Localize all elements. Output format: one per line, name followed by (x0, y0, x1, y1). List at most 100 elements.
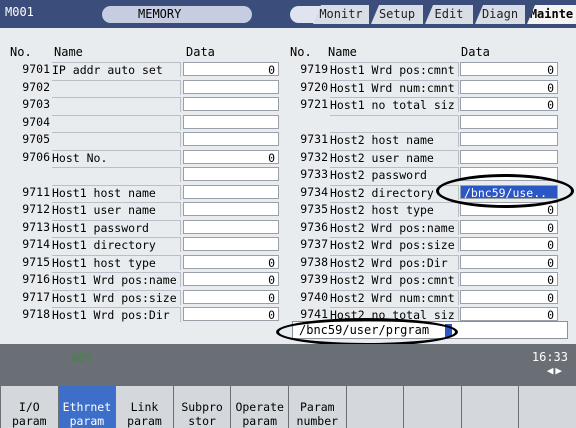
param-value-field[interactable] (460, 149, 558, 164)
param-value-field[interactable]: 0 (183, 307, 279, 322)
param-value-field[interactable] (183, 167, 279, 181)
softkey-bar: I/O param Ethrnet param Link param Subpro stor O… (0, 386, 576, 428)
tab-label: Mainte (529, 7, 574, 21)
param-value-field[interactable] (183, 237, 279, 251)
param-number: 9716 (22, 272, 50, 286)
param-value-field[interactable] (460, 114, 558, 129)
softkey-label-line2: stor (188, 414, 216, 428)
softkey-label-line1: Link (130, 400, 159, 414)
param-value-field[interactable]: 0 (460, 97, 558, 112)
param-name: IP addr auto set (52, 62, 181, 77)
clock: 16:33 (531, 350, 568, 364)
param-name: Host2 user name (330, 149, 459, 165)
param-name: Host1 Wrd pos:size (52, 289, 181, 305)
param-value-field[interactable]: 0 (460, 272, 558, 287)
param-name (330, 114, 459, 130)
param-name: Host2 Wrd pos:Dir (330, 254, 459, 270)
param-name: Host1 directory (52, 237, 181, 252)
param-number: 9737 (300, 237, 328, 251)
softkey-7[interactable] (345, 386, 404, 428)
param-value-field[interactable]: 0 (460, 307, 558, 322)
param-value-field[interactable]: 0 (460, 254, 558, 270)
right-col-header-name: Name (328, 45, 357, 59)
param-name (52, 79, 181, 95)
param-number: 9706 (22, 149, 50, 164)
param-value-field[interactable]: 0 (460, 237, 558, 252)
param-value-field[interactable]: 0 (183, 149, 279, 165)
top-status-bar: M001 MEMORY Monitr Setup Edit Diagn Main… (0, 0, 576, 28)
highlight-ellipse (436, 174, 574, 208)
param-number: 9739 (300, 272, 328, 286)
tab-edit[interactable]: Edit (425, 5, 473, 24)
softkey-5[interactable]: Operate param (230, 386, 288, 428)
param-name: Host No. (52, 149, 181, 165)
mode-label: MEMORY (138, 7, 182, 21)
param-value-field[interactable]: 0 (183, 272, 279, 287)
param-value-field[interactable] (183, 132, 279, 146)
param-name: Host1 Wrd pos:Dir (52, 307, 181, 322)
tab-diagn[interactable]: Diagn (475, 5, 525, 24)
param-number: 9703 (22, 97, 50, 111)
tab-setup[interactable]: Setup (371, 5, 423, 24)
tab-mainte[interactable]: Mainte (527, 5, 576, 24)
softkey-label-line2: param (69, 414, 105, 428)
param-number: 9740 (300, 289, 328, 304)
softkey-9[interactable] (460, 386, 519, 428)
param-number: 9714 (22, 237, 50, 251)
highlight-ellipse (276, 318, 458, 346)
tab-monitr[interactable]: Monitr (313, 5, 369, 24)
softkey-6[interactable]: Param number (288, 386, 346, 428)
param-name (52, 114, 181, 130)
param-number: 9735 (300, 202, 328, 216)
param-value-field[interactable]: 0 (460, 79, 558, 95)
softkey-8[interactable] (403, 386, 461, 428)
param-number: 9711 (22, 184, 50, 199)
softkey-2[interactable]: Ethrnet param (57, 386, 116, 428)
tab-label: Monitr (319, 7, 363, 21)
param-name: Host2 host name (330, 132, 459, 147)
softkey-4[interactable]: Subpro stor (172, 386, 231, 428)
ready-status: RDY (72, 352, 92, 365)
param-name: Host1 user name (52, 202, 181, 217)
param-name: Host2 Wrd pos:size (330, 237, 459, 252)
param-value-field[interactable] (183, 97, 279, 111)
param-value-field[interactable] (183, 79, 279, 94)
page-arrows-icon[interactable]: ◀▶ (547, 364, 564, 377)
param-value-field[interactable]: 0 (183, 289, 279, 305)
param-number: 9704 (22, 114, 50, 129)
param-number: 9715 (22, 254, 50, 269)
softkey-1[interactable]: I/O param (0, 386, 58, 428)
softkey-label-line2: number (296, 414, 339, 428)
param-value-field[interactable]: 0 (460, 289, 558, 305)
param-name: Host1 no total siz (330, 97, 459, 112)
left-col-header-name: Name (54, 45, 83, 59)
param-number: 9720 (300, 79, 328, 94)
softkey-label-line1: Subpro (181, 400, 223, 414)
param-number: 9732 (300, 149, 328, 164)
param-name: Host2 host type (330, 202, 459, 217)
param-name: Host2 Wrd num:cmnt (330, 289, 459, 305)
param-value-field[interactable]: 0 (460, 219, 558, 235)
softkey-label-line1: Param (299, 400, 335, 414)
softkey-label-line2: param (11, 414, 47, 428)
param-name: Host1 Wrd num:cmnt (330, 79, 459, 95)
param-value-field[interactable]: 0 (183, 62, 279, 77)
cnc-screen: { "topbar": { "mode_id": "M001", "status… (0, 0, 576, 428)
param-number: 9718 (22, 307, 50, 321)
param-number: 9713 (22, 219, 50, 234)
param-value-field[interactable] (460, 132, 558, 146)
param-value-field[interactable] (183, 114, 279, 129)
param-name: Host2 Wrd pos:name (330, 219, 459, 235)
param-value-field[interactable]: 0 (460, 62, 558, 77)
param-value-field[interactable]: 0 (183, 254, 279, 270)
param-name: Host2 Wrd pos:cmnt (330, 272, 459, 287)
param-value-field[interactable] (183, 184, 279, 199)
left-col-header-no: No. (10, 45, 32, 59)
softkey-10[interactable] (518, 386, 576, 428)
param-name: Host1 password (52, 219, 181, 235)
param-value-field[interactable] (183, 202, 279, 216)
param-name (52, 167, 181, 182)
param-value-field[interactable] (183, 219, 279, 234)
param-name: Host1 host name (52, 184, 181, 200)
softkey-3[interactable]: Link param (115, 386, 173, 428)
